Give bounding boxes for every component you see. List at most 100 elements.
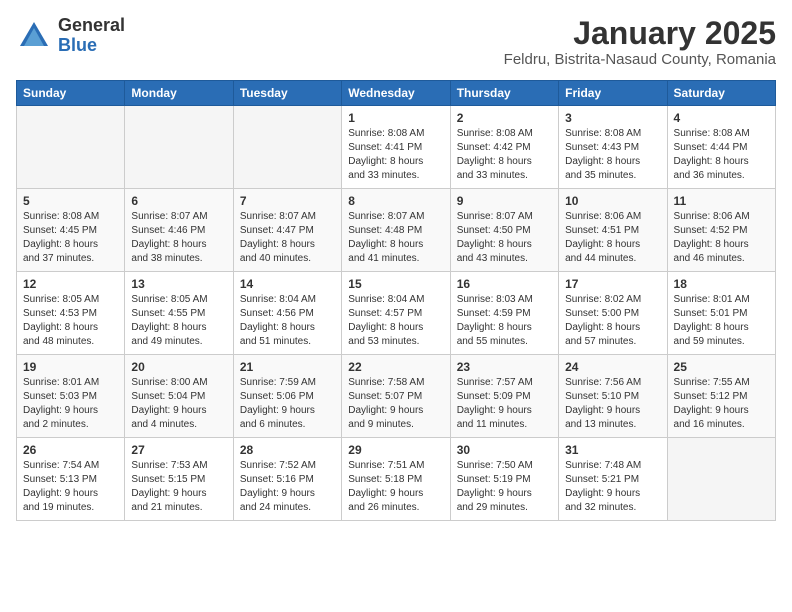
day-info: Sunrise: 7:57 AM Sunset: 5:09 PM Dayligh… [457,376,552,432]
calendar-cell: 20 Sunrise: 8:00 AM Sunset: 5:04 PM Dayli… [125,355,233,438]
day-number: 25 [674,360,769,374]
day-info: Sunrise: 8:03 AM Sunset: 4:59 PM Dayligh… [457,293,552,349]
day-number: 14 [240,277,335,291]
calendar-week-3: 12 Sunrise: 8:05 AM Sunset: 4:53 PM Dayli… [17,272,776,355]
weekday-header-wednesday: Wednesday [342,81,450,106]
day-info: Sunrise: 8:07 AM Sunset: 4:46 PM Dayligh… [131,210,226,266]
day-number: 15 [348,277,443,291]
calendar-cell: 30Sunrise: 7:50 AM Sunset: 5:19 PM Dayli… [450,438,558,521]
logo-general: General [58,16,125,36]
weekday-header-row: SundayMondayTuesdayWednesdayThursdayFrid… [17,81,776,106]
day-info: Sunrise: 8:02 AM Sunset: 5:00 PM Dayligh… [565,293,660,349]
weekday-header-sunday: Sunday [17,81,125,106]
day-number: 17 [565,277,660,291]
calendar-cell: 24Sunrise: 7:56 AM Sunset: 5:10 PM Dayli… [559,355,667,438]
day-info: Sunrise: 8:07 AM Sunset: 4:50 PM Dayligh… [457,210,552,266]
day-number: 9 [457,194,552,208]
calendar-cell: 12 Sunrise: 8:05 AM Sunset: 4:53 PM Dayli… [17,272,125,355]
calendar-cell: 10 Sunrise: 8:06 AM Sunset: 4:51 PM Dayli… [559,189,667,272]
day-number: 7 [240,194,335,208]
day-info: Sunrise: 7:58 AM Sunset: 5:07 PM Dayligh… [348,376,443,432]
calendar-cell: 18Sunrise: 8:01 AM Sunset: 5:01 PM Dayli… [667,272,775,355]
calendar-table: SundayMondayTuesdayWednesdayThursdayFrid… [16,80,776,521]
day-number: 12 [23,277,118,291]
day-info: Sunrise: 7:53 AM Sunset: 5:15 PM Dayligh… [131,459,226,515]
weekday-header-friday: Friday [559,81,667,106]
day-info: Sunrise: 8:08 AM Sunset: 4:45 PM Dayligh… [23,210,118,266]
calendar-cell: 19 Sunrise: 8:01 AM Sunset: 5:03 PM Dayli… [17,355,125,438]
logo-text: General Blue [58,16,125,56]
location-title: Feldru, Bistrita-Nasaud County, Romania [504,51,776,68]
calendar-cell: 4 Sunrise: 8:08 AM Sunset: 4:44 PM Daylig… [667,106,775,189]
calendar-cell [233,106,341,189]
day-info: Sunrise: 8:08 AM Sunset: 4:43 PM Dayligh… [565,127,660,183]
day-number: 2 [457,111,552,125]
day-number: 19 [23,360,118,374]
day-info: Sunrise: 7:55 AM Sunset: 5:12 PM Dayligh… [674,376,769,432]
day-info: Sunrise: 8:05 AM Sunset: 4:53 PM Dayligh… [23,293,118,349]
day-info: Sunrise: 8:08 AM Sunset: 4:44 PM Dayligh… [674,127,769,183]
calendar-cell: 28Sunrise: 7:52 AM Sunset: 5:16 PM Dayli… [233,438,341,521]
day-info: Sunrise: 8:04 AM Sunset: 4:56 PM Dayligh… [240,293,335,349]
calendar-cell: 21Sunrise: 7:59 AM Sunset: 5:06 PM Dayli… [233,355,341,438]
day-info: Sunrise: 8:05 AM Sunset: 4:55 PM Dayligh… [131,293,226,349]
calendar-cell: 2 Sunrise: 8:08 AM Sunset: 4:42 PM Daylig… [450,106,558,189]
logo-blue: Blue [58,36,125,56]
day-number: 4 [674,111,769,125]
calendar-cell: 8Sunrise: 8:07 AM Sunset: 4:48 PM Daylig… [342,189,450,272]
day-info: Sunrise: 7:51 AM Sunset: 5:18 PM Dayligh… [348,459,443,515]
page-header: General Blue January 2025 Feldru, Bistri… [16,16,776,68]
day-info: Sunrise: 8:01 AM Sunset: 5:03 PM Dayligh… [23,376,118,432]
day-info: Sunrise: 8:08 AM Sunset: 4:41 PM Dayligh… [348,127,443,183]
weekday-header-thursday: Thursday [450,81,558,106]
day-number: 27 [131,443,226,457]
calendar-cell: 25 Sunrise: 7:55 AM Sunset: 5:12 PM Dayli… [667,355,775,438]
logo-icon [16,18,52,54]
day-number: 31 [565,443,660,457]
day-number: 10 [565,194,660,208]
day-info: Sunrise: 8:07 AM Sunset: 4:47 PM Dayligh… [240,210,335,266]
calendar-cell: 16 Sunrise: 8:03 AM Sunset: 4:59 PM Dayli… [450,272,558,355]
calendar-cell [17,106,125,189]
day-info: Sunrise: 7:54 AM Sunset: 5:13 PM Dayligh… [23,459,118,515]
day-number: 16 [457,277,552,291]
weekday-header-saturday: Saturday [667,81,775,106]
day-number: 20 [131,360,226,374]
day-number: 3 [565,111,660,125]
calendar-cell [125,106,233,189]
calendar-cell: 17 Sunrise: 8:02 AM Sunset: 5:00 PM Dayli… [559,272,667,355]
day-info: Sunrise: 8:01 AM Sunset: 5:01 PM Dayligh… [674,293,769,349]
day-number: 11 [674,194,769,208]
weekday-header-tuesday: Tuesday [233,81,341,106]
day-info: Sunrise: 7:50 AM Sunset: 5:19 PM Dayligh… [457,459,552,515]
day-number: 5 [23,194,118,208]
day-info: Sunrise: 8:07 AM Sunset: 4:48 PM Dayligh… [348,210,443,266]
day-info: Sunrise: 8:08 AM Sunset: 4:42 PM Dayligh… [457,127,552,183]
day-info: Sunrise: 8:00 AM Sunset: 5:04 PM Dayligh… [131,376,226,432]
calendar-cell: 27 Sunrise: 7:53 AM Sunset: 5:15 PM Dayli… [125,438,233,521]
day-number: 21 [240,360,335,374]
calendar-week-1: 1Sunrise: 8:08 AM Sunset: 4:41 PM Daylig… [17,106,776,189]
day-number: 6 [131,194,226,208]
calendar-cell: 1Sunrise: 8:08 AM Sunset: 4:41 PM Daylig… [342,106,450,189]
calendar-cell: 26Sunrise: 7:54 AM Sunset: 5:13 PM Dayli… [17,438,125,521]
day-number: 29 [348,443,443,457]
day-number: 13 [131,277,226,291]
calendar-cell: 9 Sunrise: 8:07 AM Sunset: 4:50 PM Daylig… [450,189,558,272]
month-title: January 2025 [504,16,776,51]
day-number: 22 [348,360,443,374]
day-number: 28 [240,443,335,457]
logo: General Blue [16,16,125,56]
day-number: 23 [457,360,552,374]
calendar-cell: 31Sunrise: 7:48 AM Sunset: 5:21 PM Dayli… [559,438,667,521]
weekday-header-monday: Monday [125,81,233,106]
day-info: Sunrise: 8:06 AM Sunset: 4:51 PM Dayligh… [565,210,660,266]
title-block: January 2025 Feldru, Bistrita-Nasaud Cou… [504,16,776,68]
calendar-week-2: 5 Sunrise: 8:08 AM Sunset: 4:45 PM Daylig… [17,189,776,272]
calendar-cell: 11Sunrise: 8:06 AM Sunset: 4:52 PM Dayli… [667,189,775,272]
calendar-cell: 5 Sunrise: 8:08 AM Sunset: 4:45 PM Daylig… [17,189,125,272]
calendar-week-4: 19 Sunrise: 8:01 AM Sunset: 5:03 PM Dayli… [17,355,776,438]
calendar-cell: 7 Sunrise: 8:07 AM Sunset: 4:47 PM Daylig… [233,189,341,272]
day-info: Sunrise: 7:56 AM Sunset: 5:10 PM Dayligh… [565,376,660,432]
calendar-cell: 6 Sunrise: 8:07 AM Sunset: 4:46 PM Daylig… [125,189,233,272]
